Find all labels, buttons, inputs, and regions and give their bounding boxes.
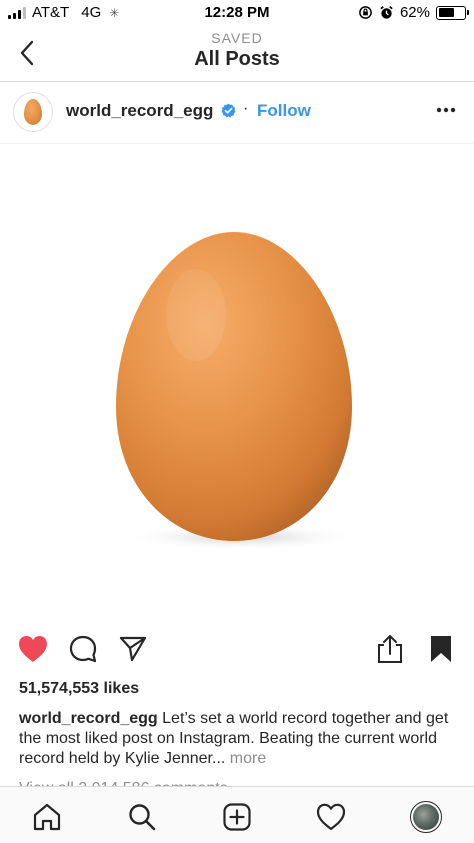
caption-more-link[interactable]: more [230, 750, 266, 767]
post-actions [0, 628, 474, 674]
ellipsis-icon [436, 107, 456, 113]
status-bar: AT&T 4G ✳ 12:28 PM 62% [0, 0, 474, 26]
heart-filled-icon [19, 636, 47, 662]
upload-share-button[interactable] [373, 632, 407, 666]
bottom-tab-bar [0, 786, 474, 843]
battery-percent: 62% [399, 4, 430, 21]
caption-username[interactable]: world_record_egg [19, 710, 158, 727]
comment-button[interactable] [66, 632, 100, 666]
tab-search[interactable] [122, 797, 162, 837]
tab-activity[interactable] [311, 797, 351, 837]
rotation-lock-icon [359, 6, 372, 19]
follow-button[interactable]: Follow [257, 101, 311, 121]
bookmark-filled-icon [431, 636, 451, 662]
verified-badge-icon [221, 103, 236, 118]
search-icon [129, 804, 156, 831]
battery-icon [436, 5, 469, 20]
egg-photo [116, 232, 362, 551]
like-count[interactable]: 51,574,553 likes [19, 680, 139, 698]
post-image[interactable] [0, 145, 474, 619]
more-options-button[interactable] [434, 100, 458, 120]
like-button[interactable] [16, 632, 50, 666]
egg-avatar-icon [24, 99, 42, 125]
share-upload-icon [378, 635, 402, 663]
post-header: world_record_egg · Follow [0, 82, 474, 144]
tab-home[interactable] [27, 797, 67, 837]
profile-avatar [410, 801, 442, 833]
save-button[interactable] [424, 632, 458, 666]
tab-new-post[interactable] [217, 797, 257, 837]
paper-plane-icon [119, 636, 147, 662]
author-avatar[interactable] [13, 92, 53, 132]
add-post-icon [223, 803, 251, 831]
alarm-clock-icon [380, 6, 393, 19]
nav-subtitle: SAVED [211, 30, 263, 46]
home-icon [33, 803, 61, 831]
page-title: All Posts [194, 48, 280, 70]
separator-dot: · [243, 100, 249, 117]
status-right: 62% [358, 4, 469, 21]
battery-fill [438, 8, 454, 17]
tab-profile[interactable] [406, 797, 446, 837]
post-username[interactable]: world_record_egg [66, 101, 213, 121]
comment-icon [69, 635, 97, 663]
nav-header: SAVED All Posts [0, 26, 474, 82]
activity-heart-icon [316, 803, 346, 831]
post-caption: world_record_egg Let’s set a world recor… [19, 709, 459, 769]
share-button[interactable] [116, 632, 150, 666]
